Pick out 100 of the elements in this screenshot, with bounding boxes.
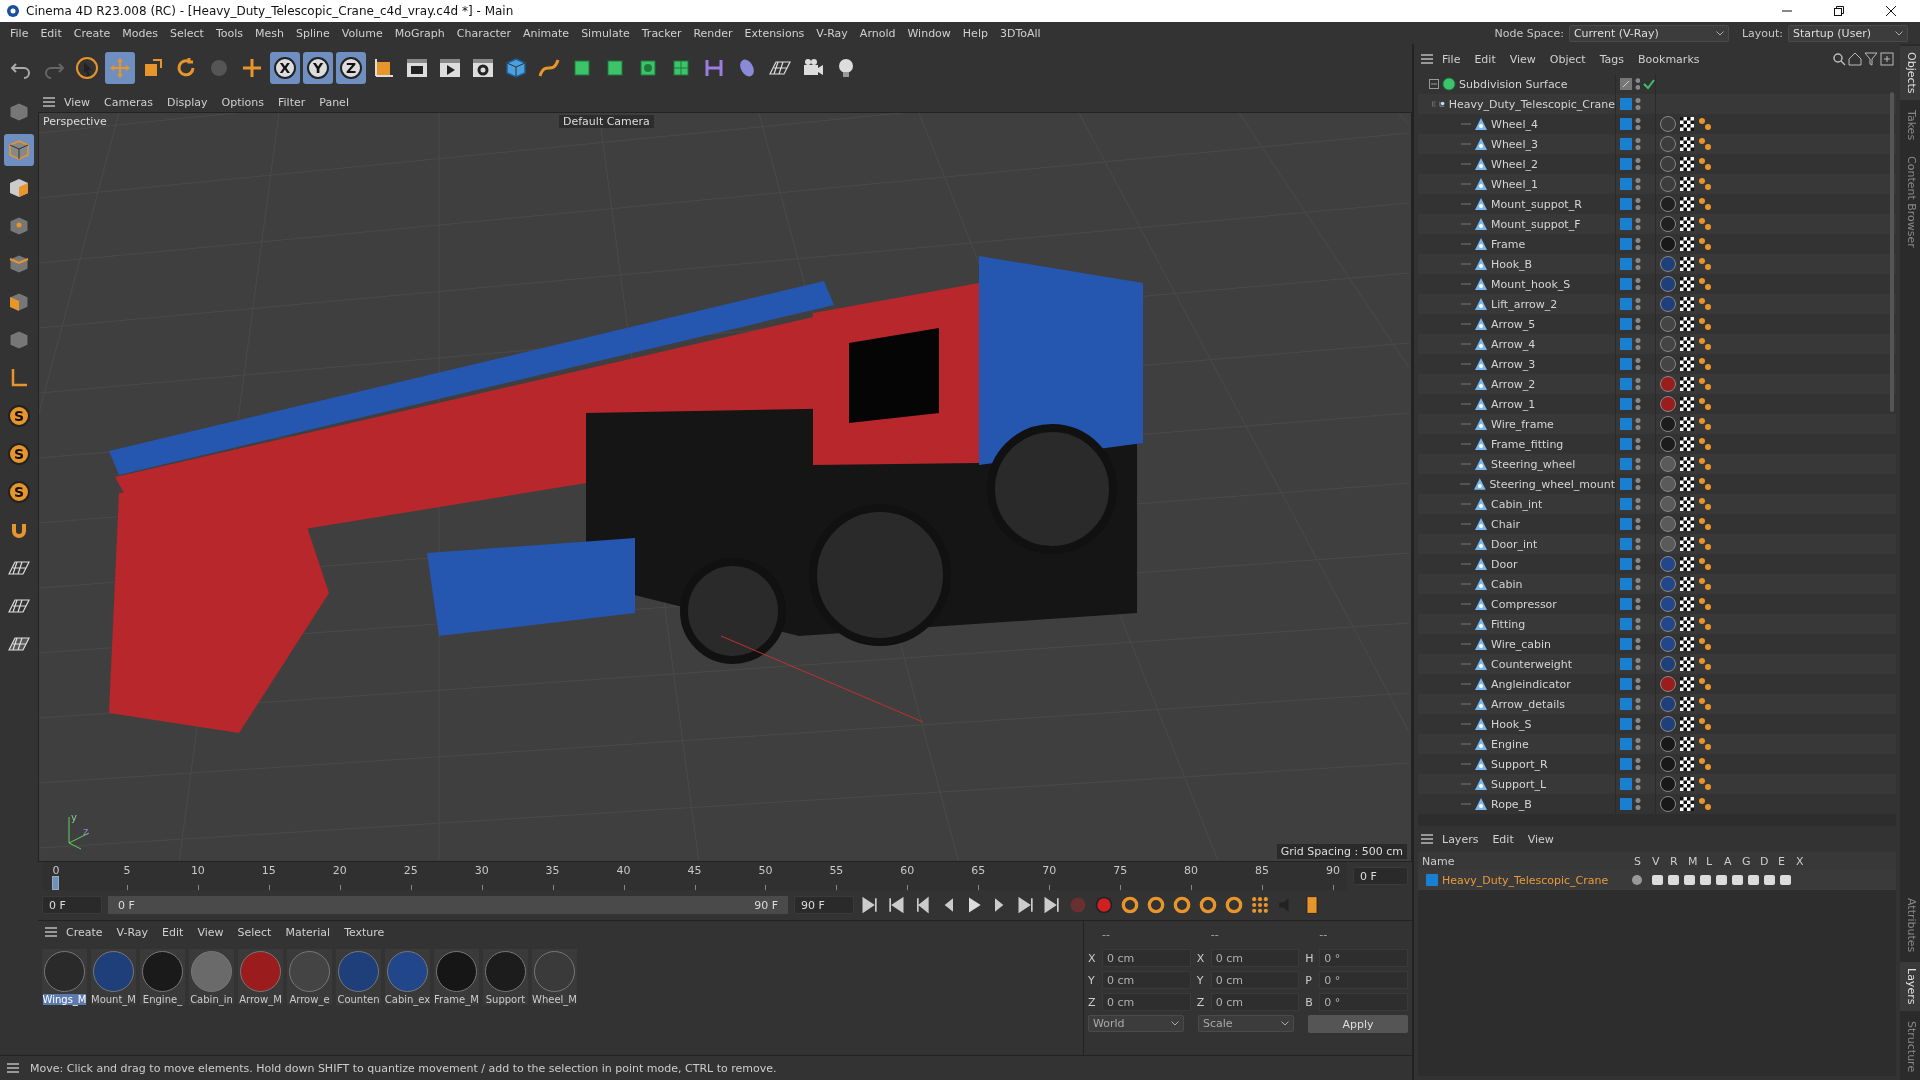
material-swatch[interactable]: Arrow_e — [287, 949, 332, 1005]
material-tag-icon[interactable] — [1660, 416, 1676, 432]
material-swatch[interactable]: Support — [483, 949, 528, 1005]
size-mode-dropdown[interactable]: Scale — [1198, 1015, 1294, 1032]
record-button[interactable] — [1094, 895, 1114, 915]
search-icon[interactable] — [1832, 52, 1846, 66]
checker-tag-icon[interactable] — [1680, 597, 1694, 611]
menu-item[interactable]: Modes — [116, 26, 164, 40]
checker-tag-icon[interactable] — [1680, 577, 1694, 591]
visibility-dots-icon[interactable] — [1635, 357, 1641, 371]
menu-item[interactable]: Help — [956, 26, 994, 40]
object-row[interactable]: Rope_B — [1418, 794, 1896, 814]
visibility-dots-icon[interactable] — [1634, 77, 1641, 91]
checker-tag-icon[interactable] — [1680, 297, 1694, 311]
object-row[interactable]: Door — [1418, 554, 1896, 574]
material-swatch[interactable]: Cabin_ex — [385, 949, 430, 1005]
visibility-dots-icon[interactable] — [1635, 237, 1641, 251]
menu-item[interactable]: Cameras — [98, 95, 159, 109]
visibility-dots-icon[interactable] — [1635, 657, 1641, 671]
dots-tag-icon[interactable] — [1698, 757, 1712, 771]
new-panel-icon[interactable] — [1880, 52, 1894, 66]
menu-item[interactable]: Edit — [156, 925, 190, 939]
menu-item[interactable]: File — [1436, 52, 1467, 66]
object-row[interactable]: Wire_cabin — [1418, 634, 1896, 654]
dots-tag-icon[interactable] — [1698, 257, 1712, 271]
object-row[interactable]: Door_int — [1418, 534, 1896, 554]
side-tab[interactable]: Content Browser — [1900, 149, 1920, 254]
side-tab[interactable]: Layers — [1900, 962, 1920, 1011]
dots-tag-icon[interactable] — [1698, 157, 1712, 171]
menu-item[interactable]: V-Ray — [110, 925, 155, 939]
dots-tag-icon[interactable] — [1698, 197, 1712, 211]
restore-icon[interactable] — [1834, 6, 1844, 16]
menu-item[interactable]: Create — [67, 26, 117, 40]
menu-item[interactable]: Animate — [517, 26, 576, 40]
menu-item[interactable]: Display — [161, 95, 214, 109]
object-row[interactable]: Arrow_4 — [1418, 334, 1896, 354]
layout-dropdown[interactable]: Startup (User) — [1788, 24, 1908, 42]
visibility-dots-icon[interactable] — [1635, 117, 1641, 131]
material-tag-icon[interactable] — [1660, 596, 1676, 612]
visibility-dots-icon[interactable] — [1635, 677, 1641, 691]
key-scale-button[interactable] — [1172, 895, 1192, 915]
checker-tag-icon[interactable] — [1680, 377, 1694, 391]
checker-tag-icon[interactable] — [1680, 797, 1694, 811]
menu-item[interactable]: Texture — [338, 925, 391, 939]
go-to-end-button[interactable] — [1042, 895, 1062, 915]
object-row[interactable]: Wire_frame — [1418, 414, 1896, 434]
edit-toggle-icon[interactable] — [1620, 78, 1632, 90]
object-row[interactable]: Arrow_1 — [1418, 394, 1896, 414]
material-tag-icon[interactable] — [1660, 716, 1676, 732]
dots-tag-icon[interactable] — [1698, 177, 1712, 191]
next-key-button[interactable] — [1016, 895, 1036, 915]
side-tab[interactable]: Structure — [1900, 1014, 1920, 1078]
previous-key-button[interactable] — [886, 895, 906, 915]
visibility-dots-icon[interactable] — [1635, 697, 1641, 711]
side-tab[interactable]: Objects — [1900, 46, 1920, 100]
key-rotation-button[interactable] — [1198, 895, 1218, 915]
key-button[interactable] — [1120, 895, 1140, 915]
start-frame-field[interactable]: 0 F — [42, 896, 102, 914]
visibility-dots-icon[interactable] — [1635, 617, 1641, 631]
coordinate-field[interactable]: 0 cm — [1210, 949, 1300, 967]
menu-item[interactable]: 3DToAll — [993, 26, 1047, 40]
checker-tag-icon[interactable] — [1680, 637, 1694, 651]
coordinate-field[interactable]: 0 cm — [1102, 993, 1191, 1011]
dots-tag-icon[interactable] — [1698, 597, 1712, 611]
material-swatch[interactable]: Counten — [336, 949, 381, 1005]
menu-item[interactable]: Create — [60, 925, 109, 939]
home-icon[interactable] — [1848, 52, 1862, 66]
material-tag-icon[interactable] — [1660, 676, 1676, 692]
menu-item[interactable]: Extensions — [738, 26, 811, 40]
visibility-dots-icon[interactable] — [1635, 257, 1641, 271]
object-row[interactable]: Arrow_5 — [1418, 314, 1896, 334]
material-tag-icon[interactable] — [1660, 796, 1676, 812]
menu-item[interactable]: Bookmarks — [1632, 52, 1706, 66]
checker-tag-icon[interactable] — [1680, 477, 1694, 491]
checker-tag-icon[interactable] — [1680, 657, 1694, 671]
coordinate-field[interactable]: 0 cm — [1210, 971, 1300, 989]
dots-tag-icon[interactable] — [1698, 137, 1712, 151]
object-row[interactable]: Arrow_details — [1418, 694, 1896, 714]
object-row[interactable]: Hook_S — [1418, 714, 1896, 734]
dots-tag-icon[interactable] — [1698, 357, 1712, 371]
material-tag-icon[interactable] — [1660, 756, 1676, 772]
checker-tag-icon[interactable] — [1680, 357, 1694, 371]
menu-item[interactable]: View — [58, 95, 97, 109]
key-points-button[interactable] — [1250, 895, 1270, 915]
material-swatch[interactable]: Wheel_M — [532, 949, 577, 1005]
side-tab[interactable]: Attributes — [1900, 892, 1920, 959]
menu-item[interactable]: Panel — [313, 95, 355, 109]
checker-tag-icon[interactable] — [1680, 337, 1694, 351]
menu-item[interactable]: Select — [164, 26, 210, 40]
menu-item[interactable]: Filter — [272, 95, 312, 109]
visibility-dots-icon[interactable] — [1635, 797, 1641, 811]
material-tag-icon[interactable] — [1660, 776, 1676, 792]
dots-tag-icon[interactable] — [1698, 797, 1712, 811]
material-tag-icon[interactable] — [1660, 516, 1676, 532]
checker-tag-icon[interactable] — [1680, 257, 1694, 271]
dots-tag-icon[interactable] — [1698, 277, 1712, 291]
material-tag-icon[interactable] — [1660, 436, 1676, 452]
coordinate-field[interactable]: 0 cm — [1210, 993, 1300, 1011]
visibility-dots-icon[interactable] — [1635, 197, 1641, 211]
coordinate-field[interactable]: 0 cm — [1102, 949, 1191, 967]
